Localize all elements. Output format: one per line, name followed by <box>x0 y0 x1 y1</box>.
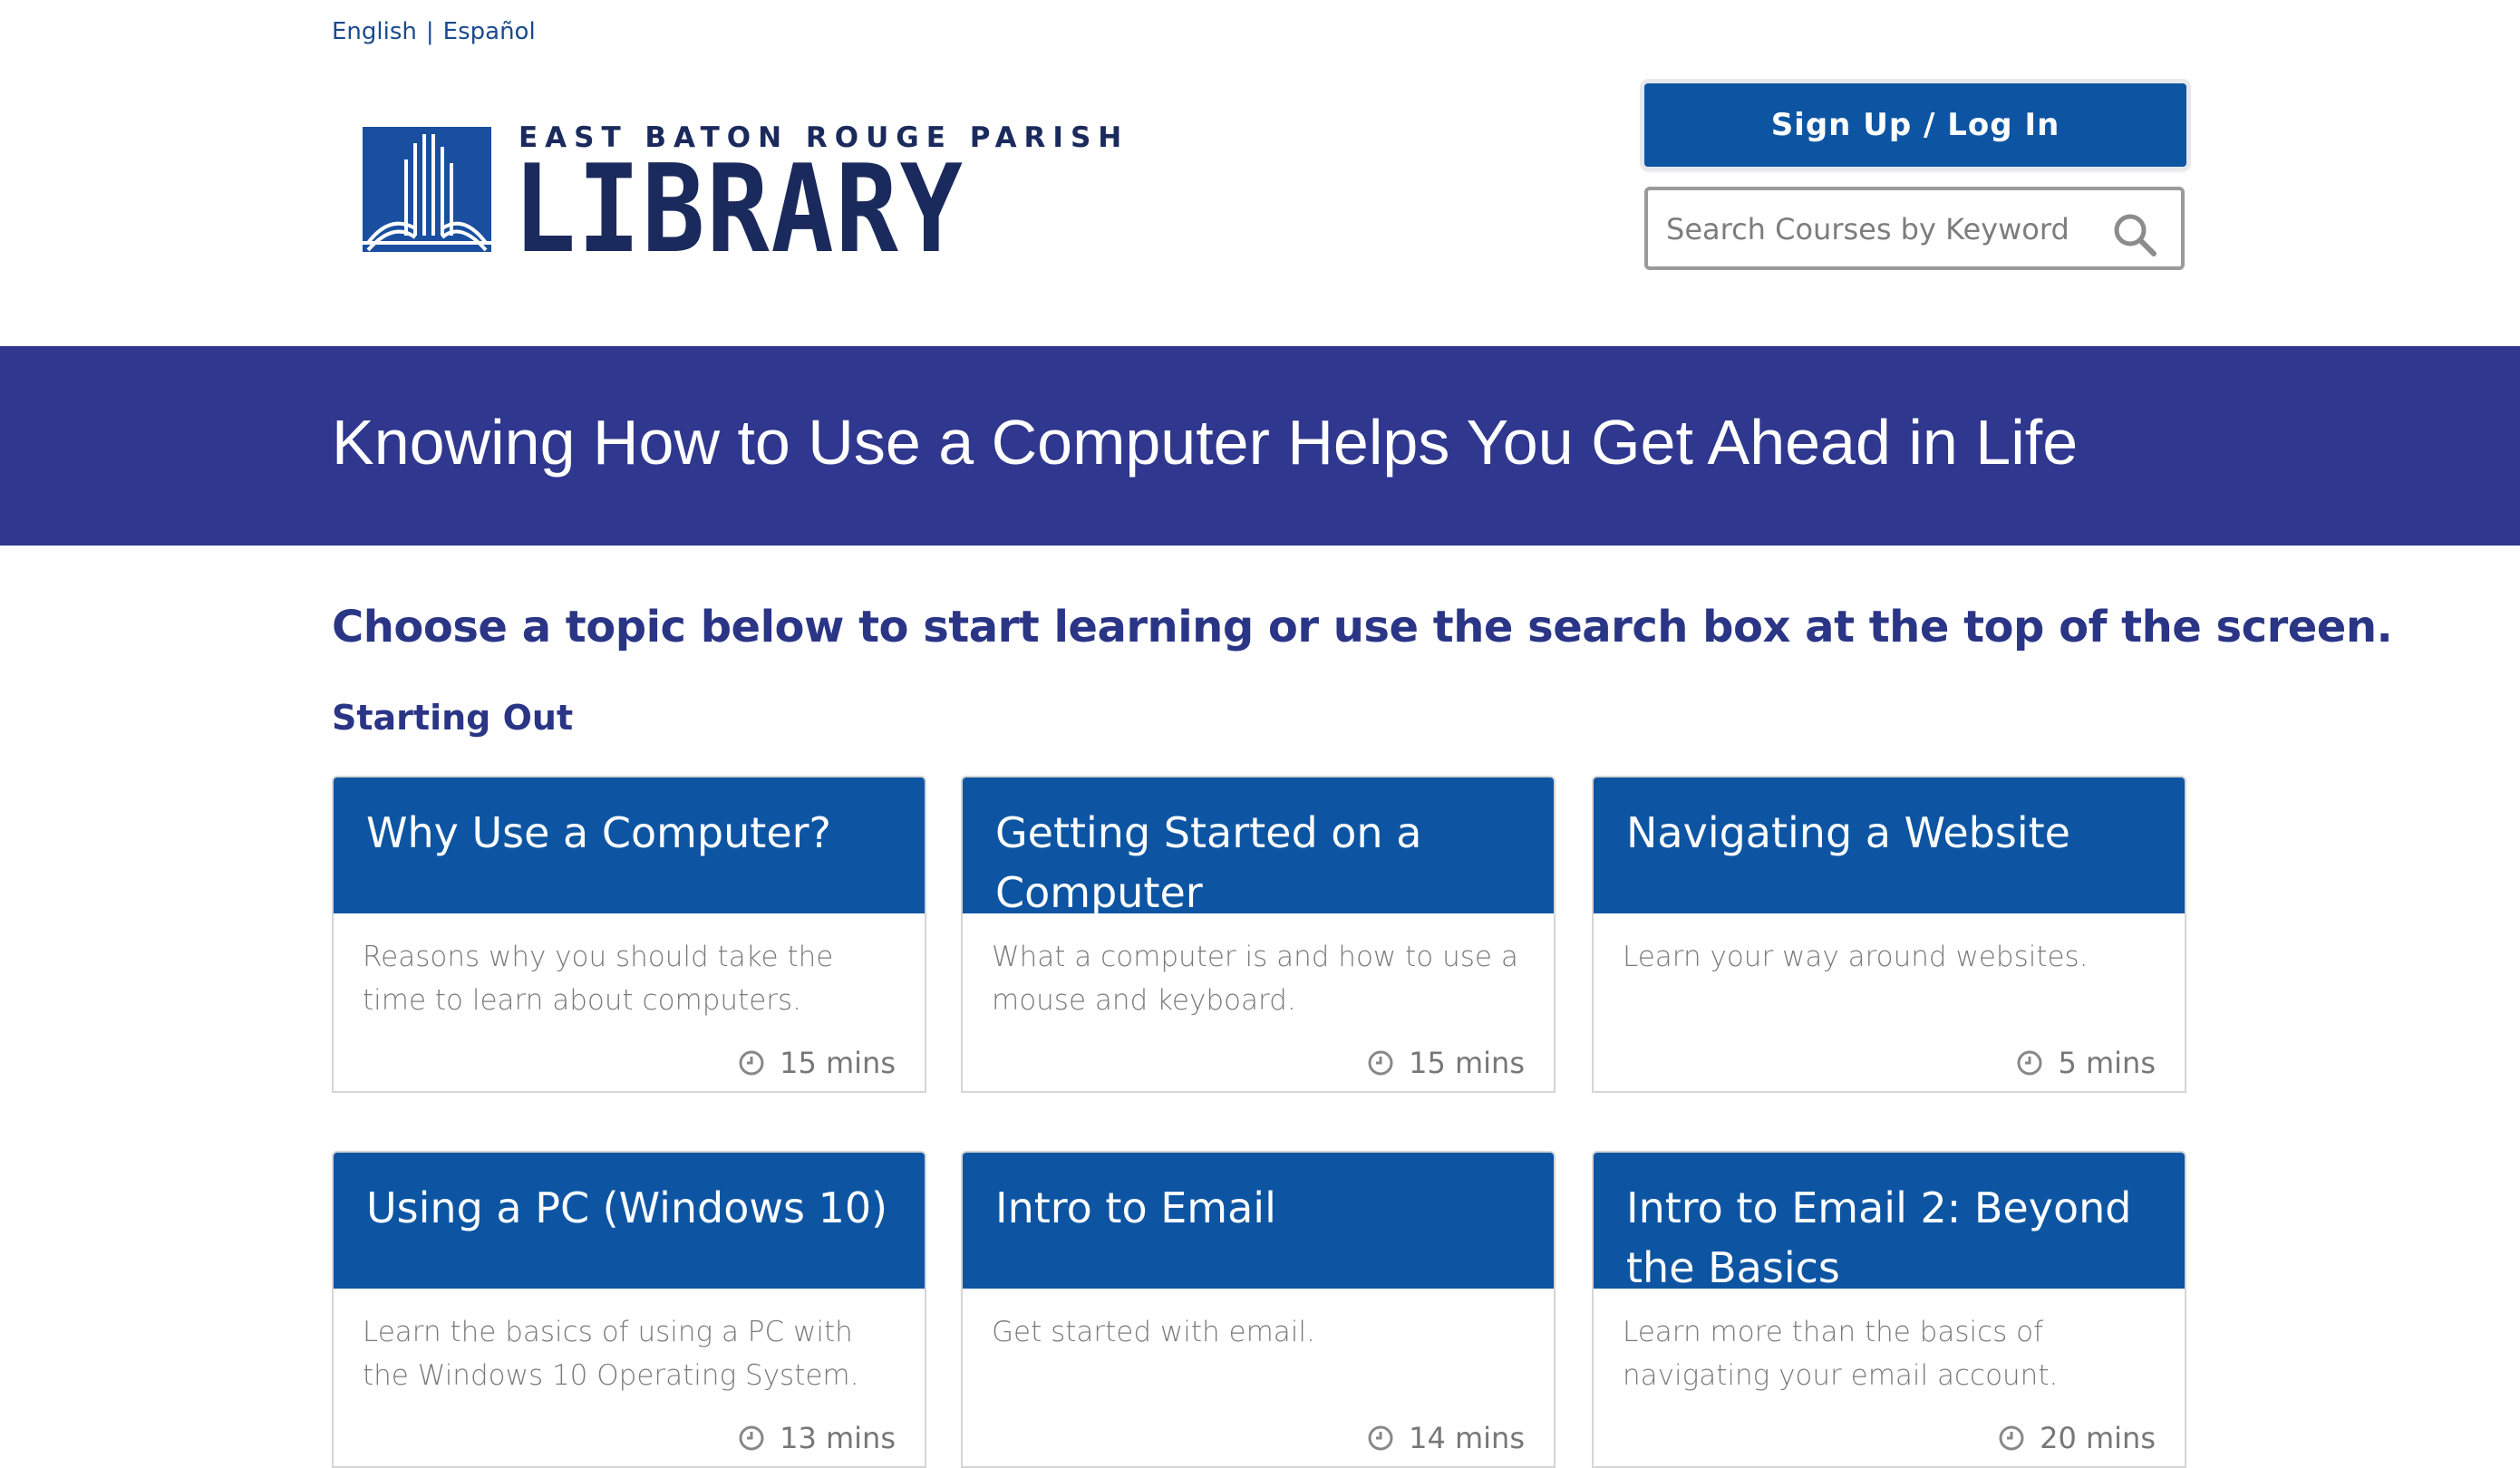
course-title: Intro to Email 2: Beyond the Basics <box>1594 1153 2185 1292</box>
course-duration-text: 20 mins <box>2040 1421 2156 1455</box>
clock-icon <box>1999 1425 2024 1451</box>
course-title: Using a PC (Windows 10) <box>334 1153 925 1289</box>
course-duration: 20 mins <box>1998 1421 2156 1455</box>
hero-banner: Knowing How to Use a Computer Helps You … <box>0 346 2520 546</box>
language-link-english[interactable]: English <box>332 18 417 45</box>
course-card[interactable]: Navigating a Website Learn your way arou… <box>1592 776 2186 1093</box>
intro-heading: Choose a topic below to start learning o… <box>332 602 2393 652</box>
course-description: What a computer is and how to use a mous… <box>992 941 1518 1017</box>
library-logo[interactable]: EAST BATON ROUGE PARISH LIBRARY <box>363 121 1121 270</box>
search-input[interactable] <box>1664 199 2094 259</box>
course-duration-text: 5 mins <box>2058 1046 2156 1080</box>
section-title: Starting Out <box>332 698 574 738</box>
logo-main-text: LIBRARY <box>513 139 964 280</box>
course-card[interactable]: Intro to Email 2: Beyond the Basics Lear… <box>1592 1151 2186 1468</box>
signup-login-button[interactable]: Sign Up / Log In <box>1644 83 2186 167</box>
course-description: Get started with email. <box>992 1316 1315 1348</box>
course-duration: 15 mins <box>738 1046 896 1080</box>
clock-icon <box>739 1050 764 1076</box>
course-card[interactable]: Using a PC (Windows 10) Learn the basics… <box>332 1151 926 1468</box>
course-duration-text: 13 mins <box>780 1421 896 1455</box>
course-description: Reasons why you should take the time to … <box>363 941 834 1017</box>
language-separator: | <box>425 18 434 45</box>
clock-icon <box>739 1425 764 1451</box>
course-card[interactable]: Getting Started on a Computer What a com… <box>961 776 1556 1093</box>
clock-icon <box>1368 1050 1393 1076</box>
course-description: Learn more than the basics of navigating… <box>1623 1316 2059 1392</box>
course-description: Learn the basics of using a PC with the … <box>363 1316 859 1392</box>
course-description: Learn your way around websites. <box>1623 941 2089 973</box>
course-duration: 15 mins <box>1367 1046 1525 1080</box>
course-card[interactable]: Intro to Email Get started with email. 1… <box>961 1151 1556 1468</box>
search-icon[interactable] <box>2112 212 2157 257</box>
course-duration-text: 14 mins <box>1409 1421 1525 1455</box>
language-switcher: English | Español <box>332 18 536 45</box>
course-duration-text: 15 mins <box>1409 1046 1525 1080</box>
hero-title: Knowing How to Use a Computer Helps You … <box>332 407 2079 478</box>
language-link-spanish[interactable]: Español <box>443 18 536 45</box>
course-duration-text: 15 mins <box>780 1046 896 1080</box>
course-title: Intro to Email <box>963 1153 1554 1289</box>
course-title: Getting Started on a Computer <box>963 777 1554 917</box>
course-duration: 14 mins <box>1367 1421 1525 1455</box>
course-card[interactable]: Why Use a Computer? Reasons why you shou… <box>332 776 926 1093</box>
library-logo-icon <box>363 127 491 252</box>
course-title: Navigating a Website <box>1594 777 2185 913</box>
course-duration: 5 mins <box>2016 1046 2156 1080</box>
course-search <box>1644 187 2185 270</box>
course-duration: 13 mins <box>738 1421 896 1455</box>
clock-icon <box>1368 1425 1393 1451</box>
clock-icon <box>2017 1050 2042 1076</box>
course-title: Why Use a Computer? <box>334 777 925 913</box>
